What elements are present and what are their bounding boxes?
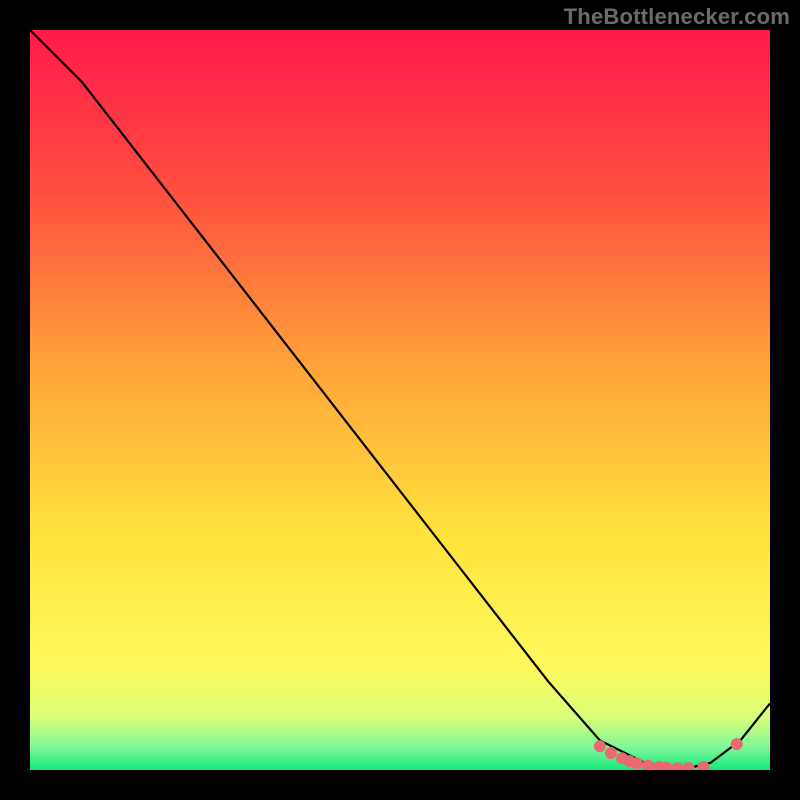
curve-layer: [30, 30, 770, 770]
data-point: [605, 747, 617, 759]
bottleneck-curve: [30, 30, 770, 770]
hardware-points: [594, 738, 743, 770]
data-point: [731, 738, 743, 750]
data-point: [631, 757, 643, 769]
data-point: [683, 762, 695, 770]
plot-area: [30, 30, 770, 770]
watermark-text: TheBottlenecker.com: [564, 4, 790, 30]
chart-frame: TheBottlenecker.com: [0, 0, 800, 800]
data-point: [594, 740, 606, 752]
data-point: [672, 762, 684, 770]
